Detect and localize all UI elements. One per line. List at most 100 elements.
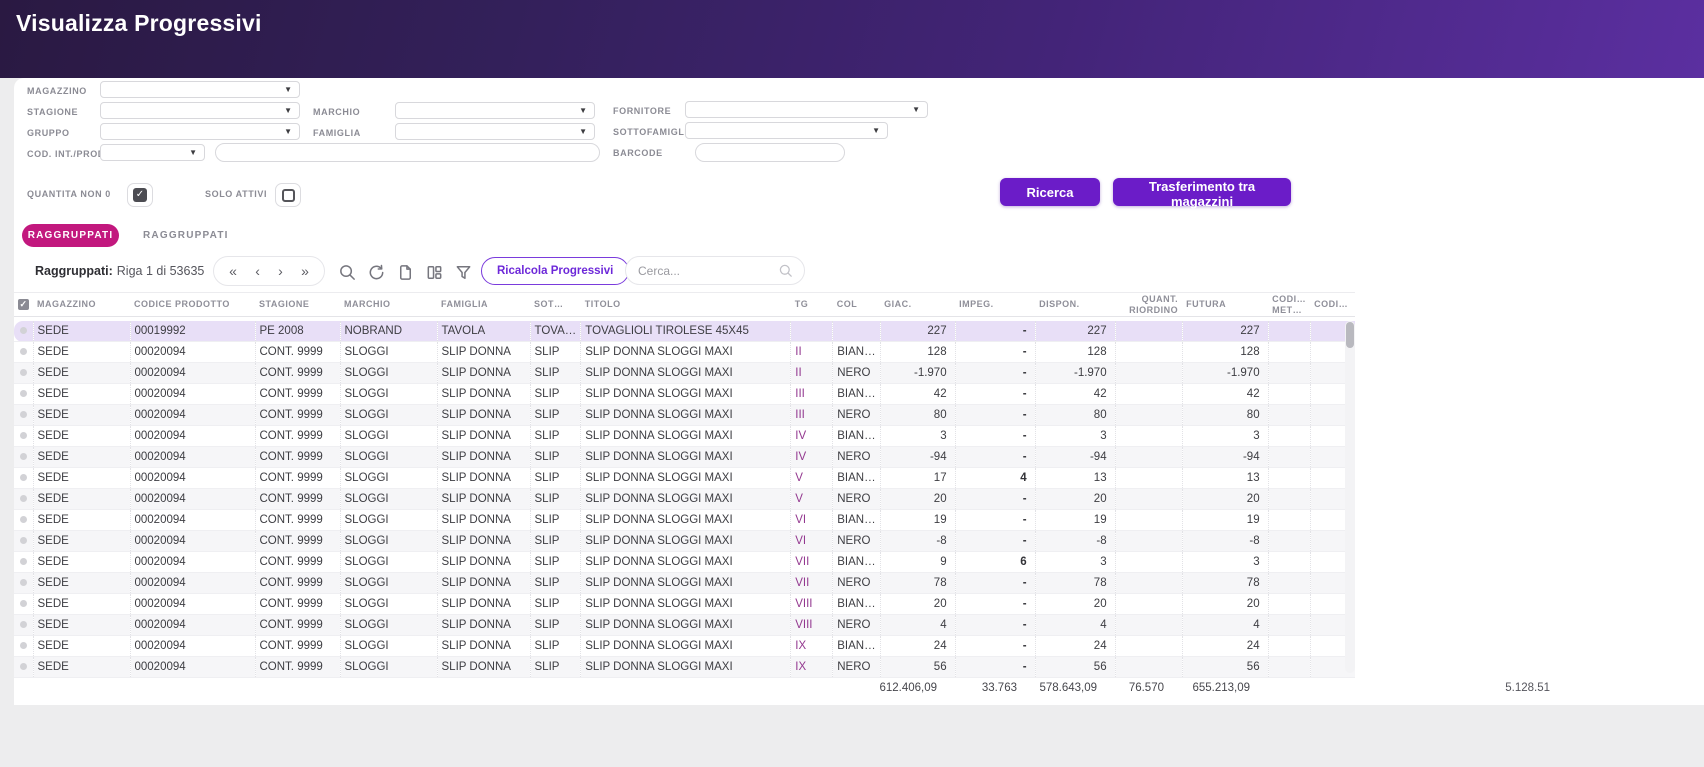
barcode-input[interactable] [695,143,845,162]
fornitore-select[interactable]: ▼ [685,101,928,118]
table-row[interactable]: SEDE00020094CONT. 9999SLOGGISLIP DONNASL… [14,426,1355,447]
table-cell: 20 [880,594,955,615]
table-cell: V [791,468,833,489]
row-select-dot-icon[interactable] [20,663,27,670]
row-select-dot-icon[interactable] [20,390,27,397]
table-cell: 17 [880,468,955,489]
row-select-dot-icon[interactable] [20,642,27,649]
row-select-dot-icon[interactable] [20,453,27,460]
last-page-button[interactable]: » [299,264,311,278]
famiglia-select[interactable]: ▼ [395,123,595,140]
trasferimento-button[interactable]: Trasferimento tra magazzini [1113,178,1291,206]
cod-int-prod-select[interactable]: ▼ [100,144,205,161]
row-select-dot-icon[interactable] [20,495,27,502]
table-cell: 00020094 [130,594,255,615]
export-page-icon[interactable] [395,262,415,282]
table-cell: - [955,489,1035,510]
search-icon[interactable] [337,262,357,282]
column-header[interactable]: TITOLO [581,293,791,317]
table-row[interactable]: SEDE00020094CONT. 9999SLOGGISLIP DONNASL… [14,510,1355,531]
column-header[interactable]: CODI… [1310,293,1355,317]
row-select-dot-icon[interactable] [20,537,27,544]
row-select-dot-icon[interactable] [20,327,27,334]
column-header[interactable]: COL [833,293,880,317]
totals-table: 612.406,0933.763578.643,0976.570655.213,… [14,677,1343,699]
row-select-dot-icon[interactable] [20,600,27,607]
refresh-icon[interactable] [366,262,386,282]
table-row[interactable]: SEDE00020094CONT. 9999SLOGGISLIP DONNASL… [14,657,1355,678]
row-select-dot-icon[interactable] [20,411,27,418]
table-row[interactable]: SEDE00020094CONT. 9999SLOGGISLIP DONNASL… [14,573,1355,594]
first-page-button[interactable]: « [227,264,239,278]
cod-int-prod-input[interactable] [215,143,600,162]
marchio-select[interactable]: ▼ [395,102,595,119]
row-select-dot-icon[interactable] [20,516,27,523]
table-row[interactable]: SEDE00020094CONT. 9999SLOGGISLIP DONNASL… [14,552,1355,573]
column-header[interactable]: CODI… MET… [1268,293,1310,317]
magazzino-select[interactable]: ▼ [100,81,300,98]
solo-attivi-checkbox[interactable] [275,183,301,207]
scrollbar-thumb[interactable] [1346,322,1354,348]
table-cell: SLOGGI [340,573,437,594]
select-all-checkbox[interactable]: ✓ [18,299,29,310]
table-row[interactable]: SEDE00020094CONT. 9999SLOGGISLIP DONNASL… [14,531,1355,552]
row-select-dot-icon[interactable] [20,432,27,439]
column-header[interactable]: FAMIGLIA [437,293,530,317]
table-row[interactable]: SEDE00020094CONT. 9999SLOGGISLIP DONNASL… [14,384,1355,405]
quantita-non-0-checkbox[interactable]: ✓ [127,183,153,207]
stagione-select[interactable]: ▼ [100,102,300,119]
column-header[interactable]: SOT… [530,293,581,317]
column-header[interactable]: CODICE PRODOTTO [130,293,255,317]
layout-columns-icon[interactable] [424,262,444,282]
vertical-scrollbar[interactable] [1345,321,1355,673]
table-row[interactable]: SEDE00020094CONT. 9999SLOGGISLIP DONNASL… [14,363,1355,384]
table-cell: SLIP [530,615,581,636]
column-header[interactable]: DISPON. [1035,293,1115,317]
table-cell: - [955,510,1035,531]
table-cell: BIAN… [833,636,880,657]
column-header[interactable]: STAGIONE [255,293,340,317]
column-header[interactable]: IMPEG. [955,293,1035,317]
row-select-dot-icon[interactable] [20,369,27,376]
row-select-cell [14,510,33,531]
row-select-dot-icon[interactable] [20,579,27,586]
table-row[interactable]: SEDE00020094CONT. 9999SLOGGISLIP DONNASL… [14,405,1355,426]
table-row[interactable]: SEDE00020094CONT. 9999SLOGGISLIP DONNASL… [14,594,1355,615]
table-cell: -8 [880,531,955,552]
table-cell: - [955,321,1035,342]
table-row[interactable]: SEDE00020094CONT. 9999SLOGGISLIP DONNASL… [14,468,1355,489]
table-search-input[interactable] [636,263,778,279]
column-header[interactable]: GIAC. [880,293,955,317]
table-cell: CONT. 9999 [255,489,340,510]
table-row[interactable]: SEDE00020094CONT. 9999SLOGGISLIP DONNASL… [14,447,1355,468]
chevron-down-icon: ▼ [284,107,292,115]
row-select-dot-icon[interactable] [20,474,27,481]
column-header[interactable]: QUANT. RIORDINO [1115,293,1182,317]
ricerca-button[interactable]: Ricerca [1000,178,1100,206]
total-cell: 33.763 [945,677,1025,699]
ricalcola-progressivi-button[interactable]: Ricalcola Progressivi [481,257,629,285]
row-select-dot-icon[interactable] [20,621,27,628]
previous-page-button[interactable]: ‹ [253,264,262,278]
table-cell: CONT. 9999 [255,468,340,489]
column-header[interactable]: MARCHIO [340,293,437,317]
table-cell: SLIP [530,510,581,531]
table-row[interactable]: SEDE00020094CONT. 9999SLOGGISLIP DONNASL… [14,489,1355,510]
column-header[interactable]: FUTURA [1182,293,1268,317]
column-header[interactable]: MAGAZZINO [33,293,130,317]
table-row[interactable]: SEDE00020094CONT. 9999SLOGGISLIP DONNASL… [14,342,1355,363]
next-page-button[interactable]: › [276,264,285,278]
table-row[interactable]: SEDE00019992PE 2008NOBRANDTAVOLATOVA…TOV… [14,321,1355,342]
table-row[interactable]: SEDE00020094CONT. 9999SLOGGISLIP DONNASL… [14,636,1355,657]
row-select-dot-icon[interactable] [20,558,27,565]
filter-funnel-icon[interactable] [453,262,473,282]
table-row[interactable]: SEDE00020094CONT. 9999SLOGGISLIP DONNASL… [14,615,1355,636]
column-header[interactable]: TG [791,293,833,317]
tab-raggruppati-active[interactable]: RAGGRUPPATI [22,224,119,247]
row-select-dot-icon[interactable] [20,348,27,355]
table-cell: SEDE [33,510,130,531]
gruppo-select[interactable]: ▼ [100,123,300,140]
row-select-cell [14,384,33,405]
sottofamiglia-select[interactable]: ▼ [685,122,888,139]
tab-raggruppati-inactive[interactable]: RAGGRUPPATI [143,230,229,241]
